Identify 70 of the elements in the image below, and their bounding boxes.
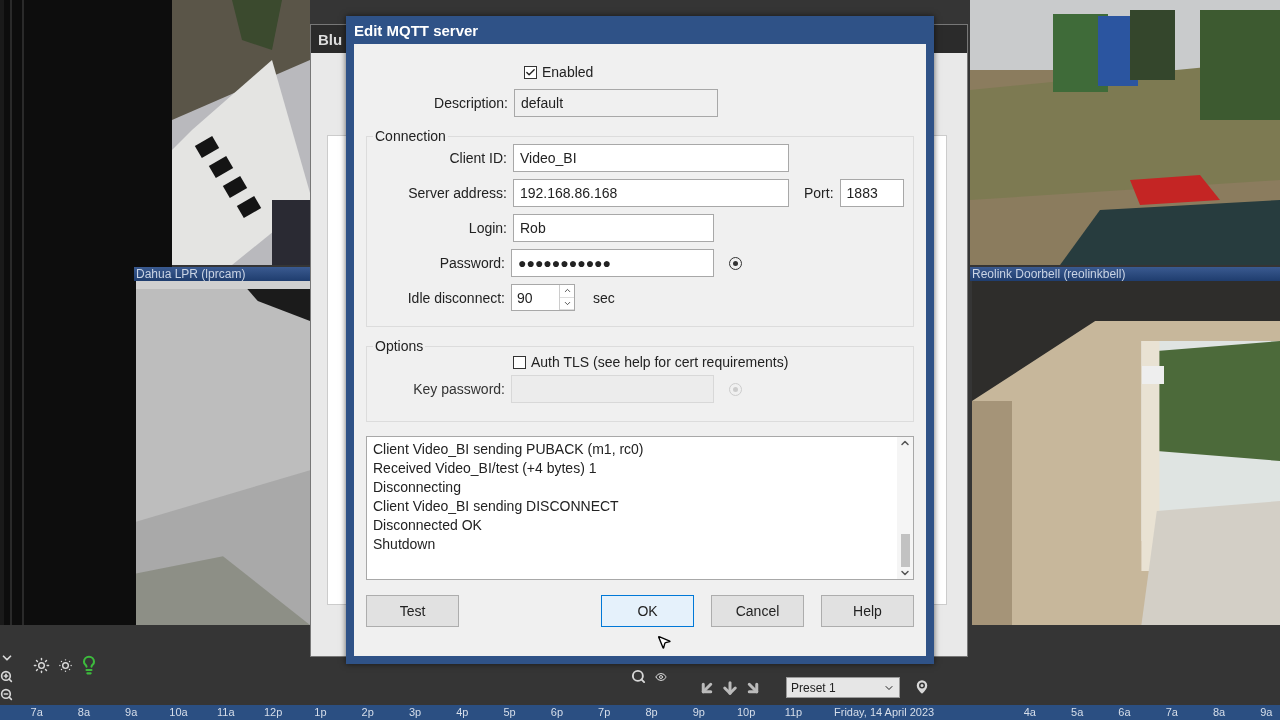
dialog-button[interactable]: Cancel — [711, 595, 804, 627]
hour-label: 4a — [1022, 705, 1037, 720]
hour-label: 12p — [262, 705, 284, 720]
field-label: Server address: — [407, 185, 507, 201]
field-label: Login: — [467, 220, 507, 236]
hour-label: 10a — [168, 705, 189, 720]
hour-label: 7a — [1164, 705, 1179, 720]
hour-label: 8a — [1211, 705, 1227, 720]
hour-label: 7a — [29, 705, 44, 720]
hour-label: 11a — [216, 705, 236, 720]
login-field[interactable]: Rob — [513, 214, 714, 242]
hour-label: 8p — [644, 705, 659, 720]
log-line: Disconnected OK — [373, 516, 483, 535]
hour-label: 5a — [1070, 705, 1085, 720]
hour-label: 9a — [1259, 705, 1274, 720]
description-field[interactable]: default — [514, 89, 718, 117]
hour-label: 10p — [735, 705, 757, 720]
scrollbar[interactable] — [897, 437, 913, 579]
client-id-field[interactable]: Video_BI — [513, 144, 789, 172]
mouse-cursor-icon — [656, 634, 672, 650]
group-title: Options — [374, 338, 425, 354]
dialog-button[interactable]: Help — [821, 595, 914, 627]
field-label: Password: — [438, 255, 505, 271]
arrow-down-icon[interactable] — [721, 679, 739, 697]
dialog-button[interactable]: OK — [601, 595, 694, 627]
log-line: Client Video_BI sending DISCONNECT — [373, 497, 620, 516]
scroll-thumb[interactable] — [900, 534, 910, 567]
hour-label: 7p — [597, 705, 612, 720]
hour-label: 9a — [124, 705, 139, 720]
hour-label: 6a — [1117, 705, 1132, 720]
field-label: Key password: — [412, 381, 505, 397]
hour-label: 2p — [360, 705, 375, 720]
password-field[interactable]: ●●●●●●●●●●● — [511, 249, 714, 277]
log-line: Client Video_BI sending PUBACK (m1, rc0) — [373, 440, 645, 459]
server-address-field[interactable]: 192.168.86.168 — [513, 179, 789, 207]
dialog-button[interactable]: Test — [366, 595, 459, 627]
hour-label: 1p — [313, 705, 328, 720]
hour-label: 5p — [502, 705, 517, 720]
field-label: Idle disconnect: — [406, 289, 505, 306]
checkbox-label: Auth TLS (see help for cert requirements) — [531, 354, 789, 370]
camera-title: Dahua LPR (lprcam) — [134, 267, 310, 281]
preset-dropdown[interactable]: Preset 1 — [786, 677, 900, 698]
checkbox[interactable] — [524, 65, 537, 79]
hour-label: 8a — [76, 705, 92, 720]
zoom-out-icon[interactable] — [0, 688, 13, 701]
port-field[interactable]: 1883 — [839, 179, 904, 207]
field-label: Port: — [804, 185, 834, 201]
field-label: Description: — [433, 95, 508, 111]
hour-label: 9p — [691, 705, 706, 720]
log-line: Shutdown — [373, 535, 437, 554]
timeline-bar[interactable]: 7a 8a 9a 10a 11a 12p 1p 2p 3p 4p 5p 6p 7p 8p 9p 10p 11p Friday, 14 April 2023 4a 5a 6a 7a 8a 9a — [0, 705, 1280, 720]
sun-icon[interactable] — [33, 657, 50, 674]
sun-icon[interactable] — [57, 657, 74, 674]
date-label: Friday, 14 April 2023 — [833, 705, 936, 720]
hour-label: 6p — [549, 705, 565, 720]
field-label: Client ID: — [448, 150, 507, 166]
idle-disconnect-spinner[interactable]: 90 — [511, 284, 575, 311]
map-pin-icon[interactable] — [913, 678, 931, 696]
camera-title: Reolink Doorbell (reolinkbell) — [970, 267, 1280, 281]
hour-label: 3p — [407, 705, 423, 720]
unit-label: sec — [593, 289, 615, 306]
checkbox-label: Enabled — [542, 64, 594, 80]
search-icon[interactable] — [631, 669, 646, 684]
group-title: Connection — [374, 128, 447, 144]
hour-label: 11p — [783, 705, 804, 720]
hour-label: 4p — [455, 705, 470, 720]
checkbox[interactable] — [513, 355, 526, 369]
log-line: Received Video_BI/test (+4 bytes) 1 — [373, 459, 598, 478]
log-line: Disconnecting — [373, 478, 462, 497]
zoom-in-icon[interactable] — [0, 670, 13, 683]
